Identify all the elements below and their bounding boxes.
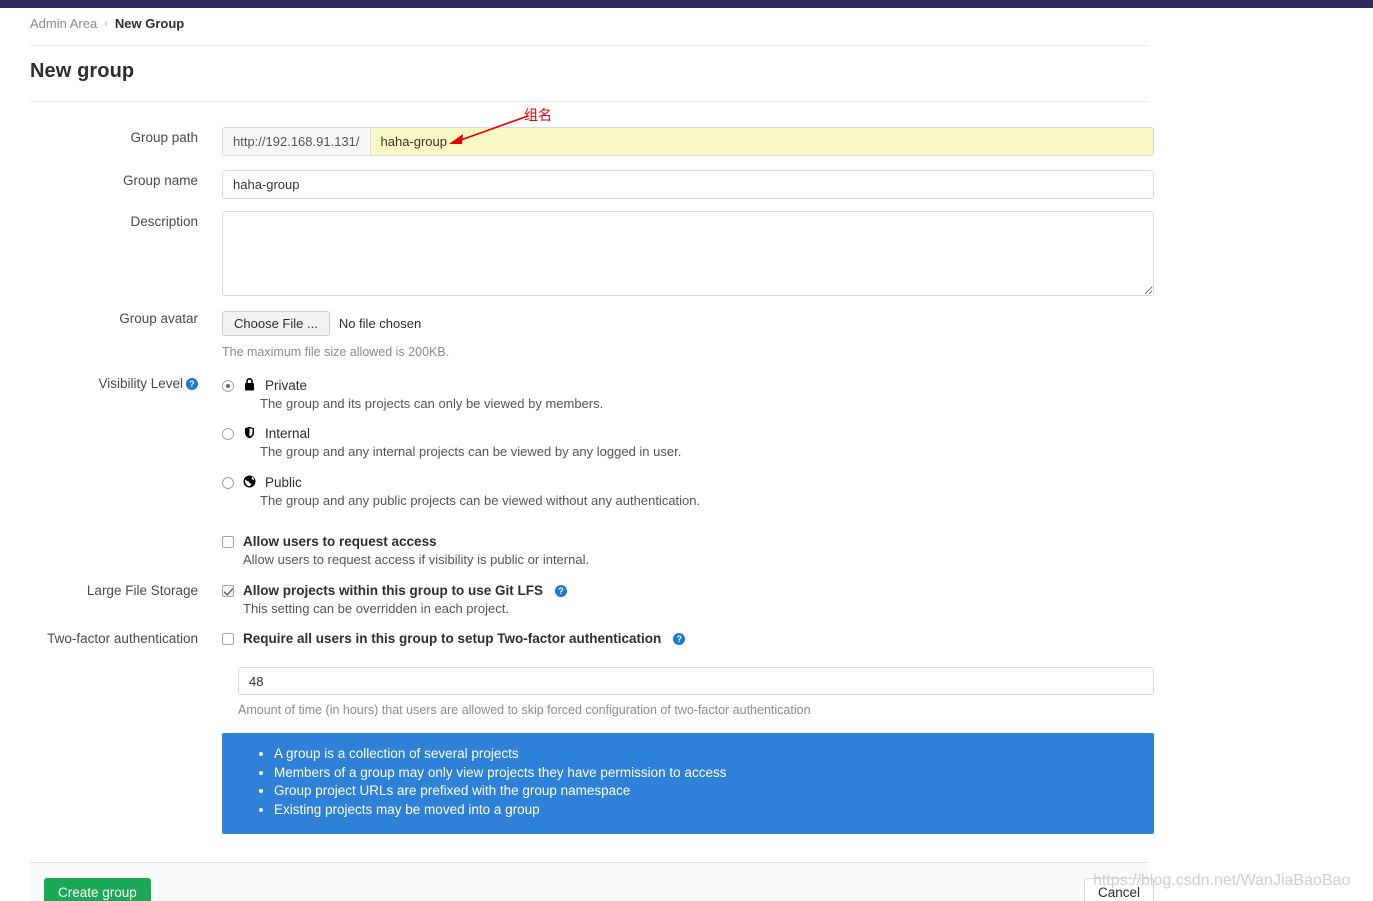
no-file-chosen-text: No file chosen [338, 316, 422, 331]
annotation-arrow-icon [449, 115, 529, 144]
two-factor-grace-period-hint: Amount of time (in hours) that users are… [238, 703, 811, 717]
group-info-panel: A group is a collection of several proje… [222, 733, 1154, 834]
public-label: Public [265, 475, 302, 490]
visibility-option-internal[interactable]: Internal The group and any internal proj… [222, 426, 681, 459]
request-access-description: Allow users to request access if visibil… [243, 552, 590, 567]
internal-label: Internal [265, 426, 311, 441]
request-access-row[interactable]: Allow users to request access Allow user… [222, 534, 589, 567]
list-item: Members of a group may only view project… [274, 764, 1154, 783]
visibility-option-public[interactable]: Public The group and any public projects… [222, 475, 700, 508]
public-radio[interactable] [222, 476, 234, 489]
description-textarea[interactable] [222, 211, 1154, 296]
list-item: A group is a collection of several proje… [274, 745, 1154, 764]
request-access-title: Allow users to request access [243, 534, 437, 549]
group-avatar-label: Group avatar [119, 311, 198, 326]
form-footer [30, 862, 1148, 901]
group-name-input[interactable] [222, 170, 1154, 199]
two-factor-checkbox[interactable] [222, 632, 234, 645]
visibility-level-label-text: Visibility Level [98, 376, 183, 391]
large-file-storage-label: Large File Storage [86, 583, 198, 598]
visibility-option-private[interactable]: Private The group and its projects can o… [222, 378, 603, 411]
breadcrumb: Admin Area › New Group [30, 16, 184, 31]
visibility-level-label: Visibility Level? [20, 376, 198, 391]
annotation-text: 组名 [524, 108, 552, 124]
group-avatar-hint: The maximum file size allowed is 200KB. [222, 345, 450, 359]
globe-icon [242, 475, 257, 490]
description-label: Description [130, 214, 198, 229]
internal-radio[interactable] [222, 427, 234, 440]
question-circle-icon[interactable]: ? [555, 584, 567, 597]
group-name-label: Group name [122, 173, 198, 188]
create-group-button[interactable]: Create group [44, 878, 151, 901]
list-item: Group project URLs are prefixed with the… [274, 782, 1154, 801]
choose-file-button[interactable]: Choose File ... [222, 311, 330, 336]
two-factor-grace-period-input[interactable] [238, 667, 1154, 695]
watermark: https://blog.csdn.net/WanJiaBaoBao [1093, 872, 1351, 889]
private-description: The group and its projects can only be v… [260, 396, 604, 411]
new-group-page: Admin Area › New Group New group Group p… [0, 0, 1373, 901]
page-title: New group [30, 60, 135, 82]
public-description: The group and any public projects can be… [260, 493, 701, 508]
request-access-checkbox[interactable] [222, 535, 234, 548]
breadcrumb-separator-icon: › [104, 17, 108, 30]
private-label: Private [265, 378, 308, 393]
two-factor-title: Require all users in this group to setup… [243, 631, 662, 646]
breadcrumb-admin-area[interactable]: Admin Area [30, 16, 97, 31]
two-factor-label: Two-factor authentication [47, 631, 198, 646]
breadcrumb-current: New Group [114, 16, 185, 31]
lock-icon [242, 378, 257, 393]
question-circle-icon[interactable]: ? [673, 632, 686, 645]
question-circle-icon[interactable]: ? [186, 378, 198, 390]
group-path-prefix: http://192.168.91.131/ [223, 128, 371, 155]
group-avatar-file-row: Choose File ... No file chosen [222, 311, 421, 336]
top-navbar [0, 0, 1373, 8]
title-divider [30, 101, 1148, 102]
lfs-row[interactable]: Allow projects within this group to use … [222, 583, 567, 616]
two-factor-row[interactable]: Require all users in this group to setup… [222, 631, 686, 646]
internal-description: The group and any internal projects can … [260, 444, 682, 459]
shield-icon [242, 426, 257, 441]
lfs-description: This setting can be overridden in each p… [243, 601, 509, 616]
lfs-checkbox[interactable] [222, 584, 234, 597]
breadcrumb-divider [30, 45, 1148, 46]
group-path-label: Group path [130, 130, 198, 145]
group-info-list: A group is a collection of several proje… [222, 745, 1154, 819]
list-item: Existing projects may be moved into a gr… [274, 801, 1154, 820]
private-radio[interactable] [222, 379, 234, 392]
group-path-input-group: http://192.168.91.131/ [222, 127, 1154, 156]
lfs-title: Allow projects within this group to use … [243, 583, 543, 598]
